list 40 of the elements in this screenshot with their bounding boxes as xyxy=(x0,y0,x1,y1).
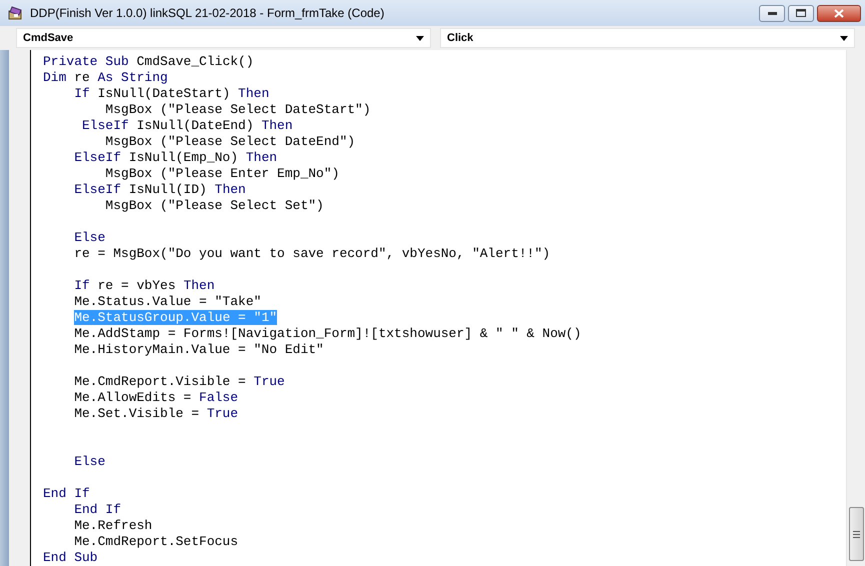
maximize-button[interactable] xyxy=(788,4,814,22)
code-line: End If xyxy=(43,486,91,502)
code-line: Me.HistoryMain.Value = "No Edit" xyxy=(73,342,325,358)
code-line: Me.Set.Visible = True xyxy=(73,406,240,422)
code-line: Me.AllowEdits = False xyxy=(73,390,240,406)
code-line: If IsNull(DateStart) Then xyxy=(73,86,270,102)
code-line: MsgBox ("Please Enter Emp_No") xyxy=(104,166,340,182)
window-title: DDP(Finish Ver 1.0.0) linkSQL 21-02-2018 - Form_frmTake (Code) xyxy=(30,6,386,20)
maximize-icon xyxy=(796,9,806,17)
procedure-dropdown[interactable]: Click xyxy=(440,28,855,48)
minimize-button[interactable] xyxy=(759,4,785,22)
code-line: Me.CmdReport.SetFocus xyxy=(73,534,240,550)
code-line: Dim re As String xyxy=(43,70,169,86)
code-line: MsgBox ("Please Select DateEnd") xyxy=(104,134,356,150)
caret-icon xyxy=(840,36,848,40)
code-line: MsgBox ("Please Select Set") xyxy=(104,198,325,214)
code-line: ElseIf IsNull(Emp_No) Then xyxy=(73,150,278,166)
code-line: Me.Status.Value = "Take" xyxy=(73,294,262,310)
scrollbar[interactable] xyxy=(846,50,865,566)
code-line: Private Sub CmdSave_Click() xyxy=(43,54,255,70)
code-line: End Sub xyxy=(43,550,99,566)
code-line: ElseIf IsNull(DateEnd) Then xyxy=(81,118,294,134)
code-line: Me.AddStamp = Forms![Navigation_Form]![txtshowuser] & " " & Now() xyxy=(73,326,582,342)
caret-icon xyxy=(416,36,424,40)
close-icon xyxy=(834,8,844,18)
code-line: Me.Refresh xyxy=(73,518,154,534)
close-button[interactable] xyxy=(817,4,861,22)
code-line: If re = vbYes Then xyxy=(73,278,216,294)
code-line: MsgBox ("Please Select DateStart") xyxy=(104,102,372,118)
code-line: re = MsgBox("Do you want to save record", vbYesNo, "Alert!!") xyxy=(73,246,552,262)
code-line: ElseIf IsNull(ID) Then xyxy=(73,182,247,198)
code-line: End If xyxy=(73,502,122,518)
object-dropdown[interactable]: CmdSave xyxy=(16,28,431,48)
grip-icon xyxy=(852,530,860,538)
code-line: Else xyxy=(73,230,106,246)
app-icon xyxy=(8,5,24,21)
code-line: Me.CmdReport.Visible = True xyxy=(73,374,286,390)
scrollbar-thumb[interactable] xyxy=(848,507,864,561)
code-line: Else xyxy=(73,454,106,470)
minimize-icon xyxy=(768,12,776,14)
